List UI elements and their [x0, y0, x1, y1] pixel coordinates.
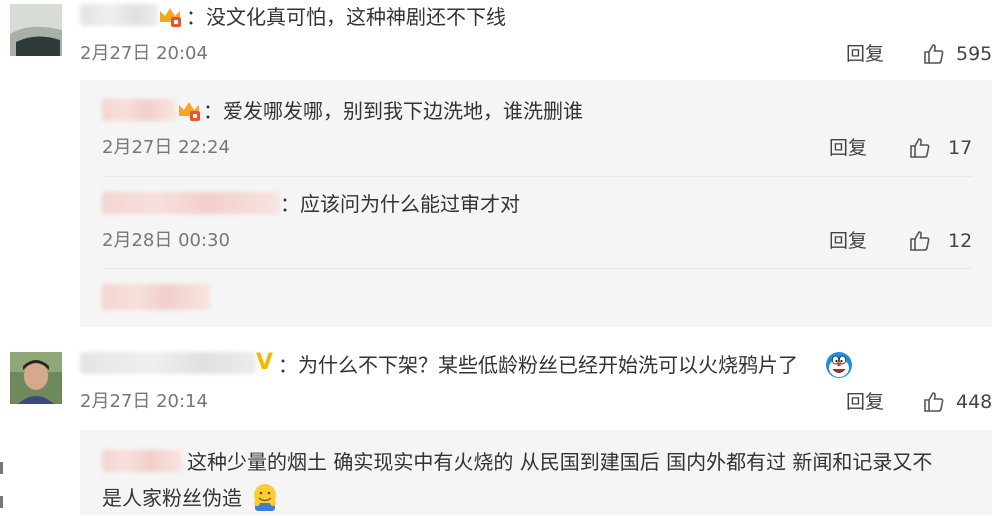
reply-username-blurred[interactable]: [102, 192, 280, 214]
reply-time: 2月27日 22:24: [102, 137, 230, 158]
reply-button[interactable]: 回复: [846, 390, 884, 414]
comment-time: 2月27日 20:14: [80, 391, 208, 412]
avatar-image: [10, 4, 62, 56]
reply-text-line1: 这种少量的烟土 确实现实中有火烧的 从民国到建国后 国内外都有过 新闻和记录又不: [187, 450, 933, 474]
edge-fragment: [0, 462, 3, 474]
reply-text-line2: 是人家粉丝伪造: [102, 486, 242, 510]
thumbs-up-icon[interactable]: [922, 42, 946, 66]
doraemon-emoji: [824, 350, 854, 380]
username-blurred[interactable]: [80, 352, 256, 374]
avatar-image: [10, 352, 62, 404]
comment-text: ：没文化真可怕，这种神剧还不下线: [186, 5, 506, 29]
like-count: 448: [956, 391, 993, 413]
thumbs-up-icon[interactable]: [922, 390, 946, 414]
more-replies-link-blurred[interactable]: [102, 284, 210, 310]
avatar[interactable]: [10, 352, 62, 404]
reply-button[interactable]: 回复: [829, 136, 867, 160]
hug-emoji: [250, 482, 280, 512]
username-blurred[interactable]: [80, 4, 158, 26]
edge-fragment: [0, 496, 3, 508]
avatar[interactable]: [10, 4, 62, 56]
comment-text: ：为什么不下架？某些低龄粉丝已经开始洗可以火烧鸦片了: [278, 353, 798, 377]
divider: [102, 268, 972, 269]
comment-time: 2月27日 20:04: [80, 43, 208, 64]
crown-icon: [176, 97, 202, 123]
reply-username-blurred[interactable]: [102, 450, 182, 472]
reply-text: ：爱发哪发哪，别到我下边洗地，谁洗删谁: [203, 99, 583, 123]
v-verified-icon: V: [256, 350, 274, 375]
reply-button[interactable]: 回复: [846, 42, 884, 66]
like-count: 17: [948, 137, 973, 159]
reply-username-blurred[interactable]: [102, 99, 176, 121]
divider: [102, 176, 972, 177]
reply-button[interactable]: 回复: [829, 229, 867, 253]
reply-text: ：应该问为什么能过审才对: [280, 192, 520, 216]
like-count: 595: [956, 43, 993, 65]
thumbs-up-icon[interactable]: [908, 229, 932, 253]
crown-icon: [157, 3, 183, 29]
reply-time: 2月28日 00:30: [102, 230, 230, 251]
thumbs-up-icon[interactable]: [908, 136, 932, 160]
like-count: 12: [948, 230, 973, 252]
